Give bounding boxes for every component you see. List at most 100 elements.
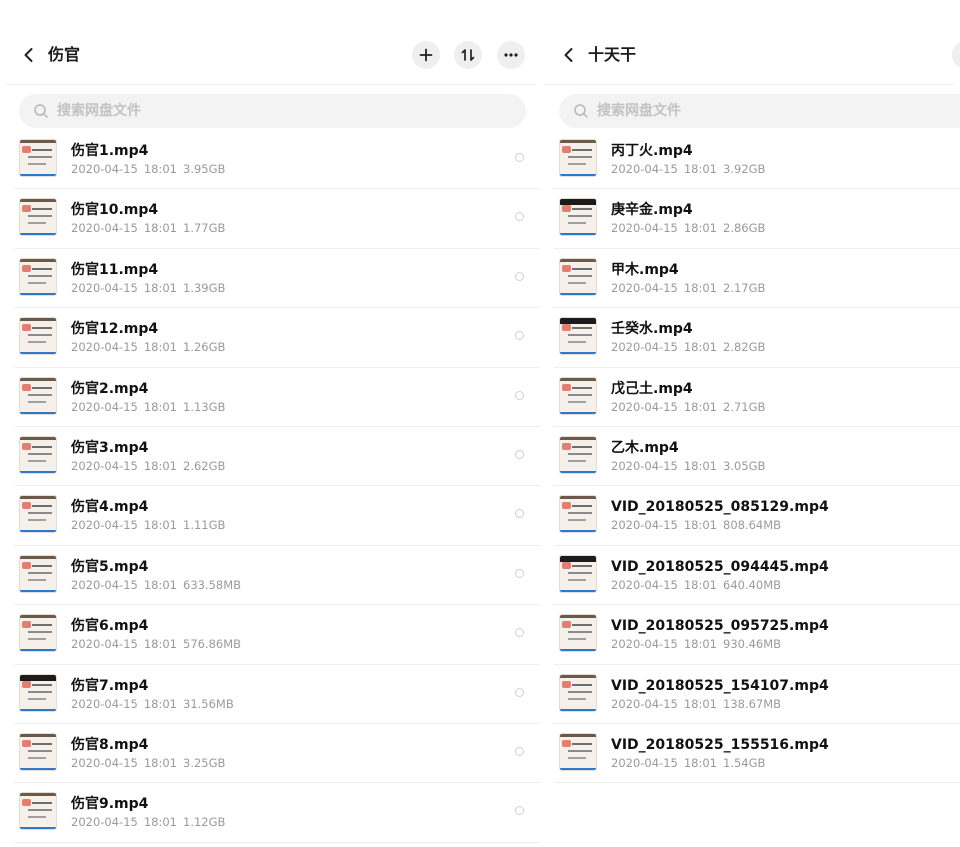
header: 伤官 [0,28,540,84]
video-thumbnail [559,554,597,593]
file-row[interactable]: 伤官8.mp4 2020-04-15 18:01 3.25GB [0,724,540,784]
select-radio[interactable] [515,390,524,400]
chevron-left-icon[interactable] [558,44,580,66]
file-meta: 2020-04-15 18:01 2.86GB [611,220,771,236]
file-row[interactable]: 乙木.mp4 2020-04-15 18:01 3.05GB [540,427,960,487]
file-meta: 2020-04-15 18:01 930.46MB [611,636,787,652]
file-date: 2020-04-15 [71,696,138,711]
select-radio[interactable] [515,628,524,638]
file-meta: 2020-04-15 18:01 1.13GB [71,399,231,415]
file-name: 伤官8.mp4 [71,736,149,753]
file-meta: 2020-04-15 18:01 138.67MB [611,696,787,712]
file-size: 576.86MB [183,637,242,652]
file-row[interactable]: 伤官10.mp4 2020-04-15 18:01 1.77GB [0,189,540,249]
file-size: 3.95GB [183,162,226,176]
file-size: 2.86GB [723,221,766,236]
search-input[interactable]: 搜索网盘文件 [19,94,526,128]
sort-button[interactable] [454,41,482,69]
file-meta: 2020-04-15 18:01 2.17GB [611,280,771,296]
file-row[interactable]: VID_20180525_155516.mp4 2020-04-15 18:01 1.… [540,724,960,784]
file-name: 伤官3.mp4 [71,439,149,456]
select-radio[interactable] [515,331,524,341]
add-button[interactable] [412,41,440,69]
video-thumbnail [19,317,57,356]
file-time: 18:01 [143,755,177,770]
search-input[interactable]: 搜索网盘文件 [559,94,960,128]
file-row[interactable]: 伤官5.mp4 2020-04-15 18:01 633.58MB [0,546,540,606]
file-row[interactable]: 伤官6.mp4 2020-04-15 18:01 576.86MB [0,605,540,665]
file-row[interactable]: 戊己土.mp4 2020-04-15 18:01 2.71GB [540,368,960,427]
select-radio[interactable] [515,509,524,519]
select-radio[interactable] [515,153,524,162]
file-size: 2.82GB [723,340,766,355]
file-time: 18:01 [143,340,177,355]
file-row[interactable]: VID_20180525_154107.mp4 2020-04-15 18:01 13… [540,665,960,724]
file-meta: 2020-04-15 18:01 3.95GB [71,161,231,177]
file-date: 2020-04-15 [71,221,138,236]
video-thumbnail [559,376,597,415]
file-size: 3.05GB [723,458,766,473]
file-row[interactable]: 伤官11.mp4 2020-04-15 18:01 1.39GB [0,249,540,309]
file-row[interactable]: 伤官12.mp4 2020-04-15 18:01 1.26GB [0,308,540,368]
file-meta: 2020-04-15 18:01 2.82GB [611,339,771,355]
select-radio[interactable] [515,806,524,816]
file-row[interactable]: 伤官1.mp4 2020-04-15 18:01 3.95GB [0,130,540,190]
file-row[interactable]: VID_20180525_085129.mp4 2020-04-15 18:01 80… [540,486,960,546]
file-meta: 2020-04-15 18:01 2.62GB [71,458,231,474]
file-date: 2020-04-15 [611,340,678,355]
file-size: 1.13GB [183,399,226,414]
file-size: 1.26GB [183,340,226,355]
file-date: 2020-04-15 [71,577,138,592]
file-row[interactable]: VID_20180525_095725.mp4 2020-04-15 18:01 93… [540,605,960,665]
file-name: 丙丁火.mp4 [611,143,693,159]
file-row[interactable]: 庚辛金.mp4 2020-04-15 18:01 2.86GB [540,189,960,249]
more-button[interactable] [497,41,525,69]
select-radio[interactable] [515,212,524,222]
file-name: VID_20180525_095725.mp4 [611,618,829,635]
file-row[interactable]: 伤官4.mp4 2020-04-15 18:01 1.11GB [0,486,540,546]
file-date: 2020-04-15 [71,399,138,414]
file-size: 640.40MB [723,577,782,592]
video-thumbnail [559,317,597,356]
file-row[interactable]: 伤官3.mp4 2020-04-15 18:01 2.62GB [0,427,540,487]
file-name: 伤官5.mp4 [71,558,149,575]
file-meta: 2020-04-15 18:01 640.40MB [611,577,787,593]
file-row[interactable]: 壬癸水.mp4 2020-04-15 18:01 2.82GB [540,308,960,368]
file-size: 2.17GB [723,280,766,295]
file-size: 2.62GB [183,458,226,473]
file-name: VID_20180525_154107.mp4 [611,677,829,694]
select-radio[interactable] [515,687,524,697]
file-row[interactable]: VID_20180525_094445.mp4 2020-04-15 18:01 64… [540,546,960,606]
video-thumbnail [559,495,597,534]
header: 十天干 [540,28,960,84]
file-date: 2020-04-15 [71,755,138,770]
file-date: 2020-04-15 [71,518,138,533]
row-divider [14,841,540,843]
file-row[interactable]: 伤官9.mp4 2020-04-15 18:01 1.12GB [0,783,540,843]
file-time: 18:01 [683,280,717,295]
add-button[interactable] [952,41,960,69]
file-name: 庚辛金.mp4 [611,202,693,219]
select-radio[interactable] [515,449,524,459]
select-radio[interactable] [515,271,524,281]
file-row[interactable]: 丙丁火.mp4 2020-04-15 18:01 3.92GB [540,130,960,190]
header-divider [6,84,534,85]
file-size: 930.46MB [723,637,782,652]
file-meta: 2020-04-15 18:01 2.71GB [611,399,771,415]
file-row[interactable]: 伤官2.mp4 2020-04-15 18:01 1.13GB [0,368,540,427]
file-time: 18:01 [143,518,177,533]
file-date: 2020-04-15 [611,458,678,473]
search-icon [574,104,588,118]
file-row[interactable]: 甲木.mp4 2020-04-15 18:01 2.17GB [540,249,960,309]
select-radio[interactable] [515,746,524,756]
chevron-left-icon[interactable] [18,44,40,66]
file-date: 2020-04-15 [611,518,678,533]
file-size: 138.67MB [723,696,782,711]
select-radio[interactable] [515,568,524,578]
file-time: 18:01 [143,696,177,711]
file-meta: 2020-04-15 18:01 1.77GB [71,220,231,236]
file-name: 伤官12.mp4 [71,321,159,338]
file-row[interactable]: 伤官7.mp4 2020-04-15 18:01 31.56MB [0,665,540,724]
file-name: 甲木.mp4 [611,261,679,278]
file-size: 1.11GB [183,518,226,533]
